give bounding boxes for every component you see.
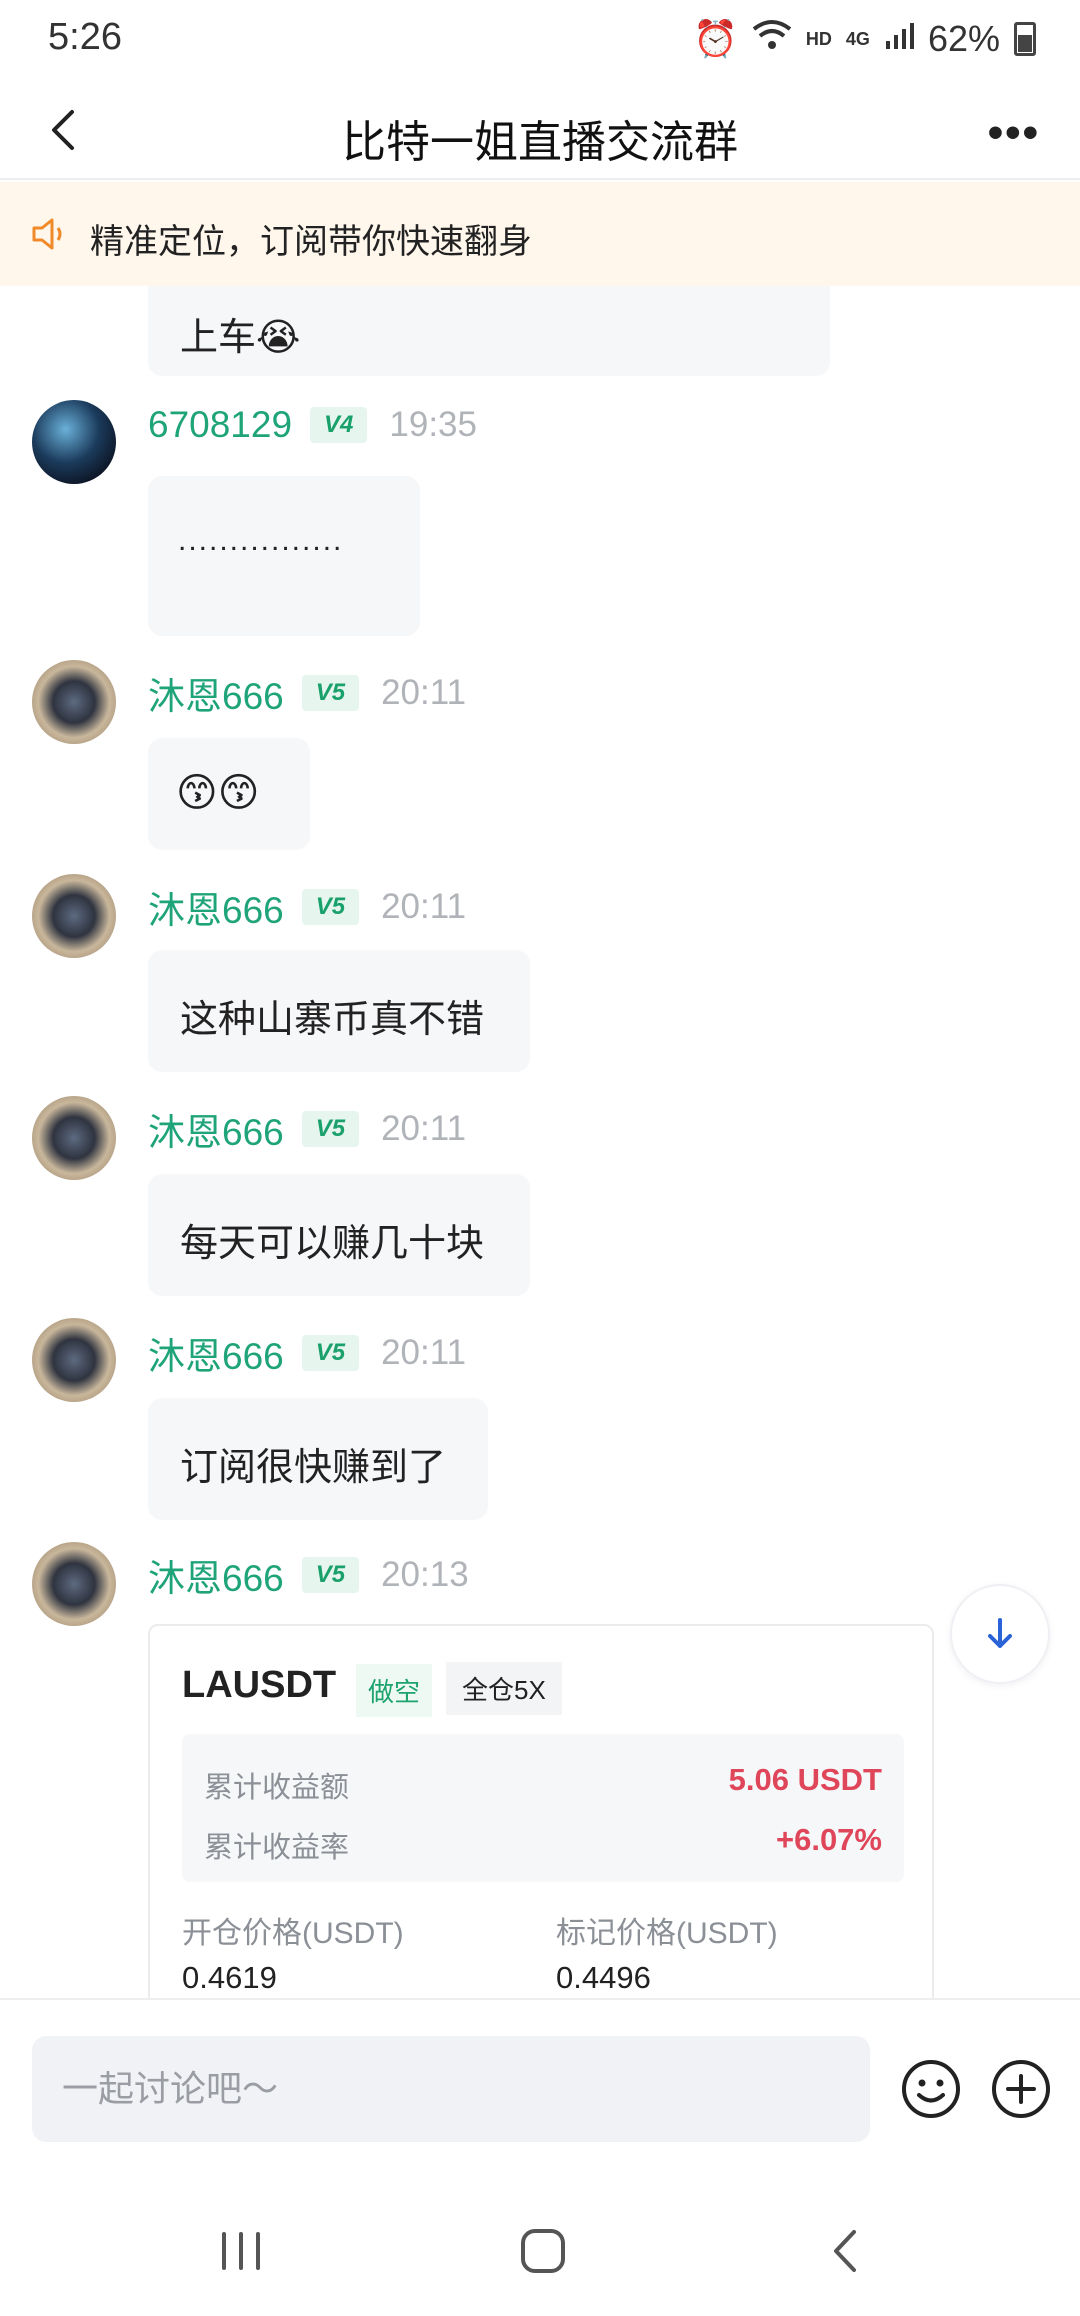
- page-title: 比特一姐直播交流群: [342, 118, 738, 167]
- avatar[interactable]: [32, 874, 116, 958]
- smiley-icon: [902, 2060, 960, 2118]
- avatar[interactable]: [32, 660, 116, 744]
- message-time: 20:13: [381, 1555, 469, 1594]
- input-bar: [0, 1998, 1080, 2178]
- message-time: 20:11: [381, 1109, 467, 1148]
- message-time: 20:11: [381, 673, 467, 712]
- home-button[interactable]: [508, 2216, 578, 2286]
- network-label: 4G: [845, 28, 870, 49]
- sender-name[interactable]: 沐恩666: [148, 1326, 284, 1380]
- sender-name[interactable]: 沐恩666: [148, 880, 284, 934]
- trade-card[interactable]: LAUSDT 做空 全仓5X 累计收益额 5.06 USDT 累计收益率 +6.…: [148, 1624, 934, 1998]
- add-attachment-button[interactable]: [990, 2058, 1052, 2120]
- profit-value: 5.06 USDT: [728, 1762, 882, 1797]
- hd-label: HD: [805, 28, 832, 49]
- status-bar: 5:26 ⏰ HD 4G 62%: [0, 0, 1080, 80]
- avatar[interactable]: [32, 1318, 116, 1402]
- plus-circle-icon: [992, 2060, 1050, 2118]
- battery-percent: 62%: [927, 18, 1000, 59]
- rate-label: 累计收益率: [204, 1832, 350, 1864]
- mark-price-value: 0.4496: [556, 1960, 651, 1995]
- recent-apps-button[interactable]: [206, 2216, 276, 2286]
- sender-name[interactable]: 6708129: [148, 404, 292, 446]
- status-time: 5:26: [48, 16, 122, 58]
- message-header: 沐恩666 V5 20:13: [148, 1548, 469, 1602]
- message-header: 沐恩666 V5 20:11: [148, 1102, 466, 1156]
- recent-apps-icon: [222, 2232, 260, 2270]
- rate-value: +6.07%: [775, 1822, 882, 1857]
- wifi-icon: [752, 18, 792, 60]
- message-header: 沐恩666 V5 20:11: [148, 666, 466, 720]
- profit-summary: 累计收益额 5.06 USDT 累计收益率 +6.07%: [182, 1734, 904, 1882]
- trade-symbol: LAUSDT: [182, 1664, 337, 1706]
- message-bubble[interactable]: 这种山寨币真不错: [148, 950, 530, 1072]
- avatar[interactable]: [32, 1542, 116, 1626]
- level-badge: V4: [310, 407, 368, 443]
- level-badge: V5: [301, 1557, 360, 1593]
- scroll-to-bottom-button[interactable]: [950, 1584, 1050, 1684]
- message-bubble[interactable]: 每天可以赚几十块: [148, 1174, 530, 1296]
- trade-side-badge: 做空: [356, 1664, 433, 1717]
- emoji-button[interactable]: [900, 2058, 962, 2120]
- sender-name[interactable]: 沐恩666: [148, 666, 284, 720]
- more-options-icon[interactable]: •••: [988, 108, 1040, 158]
- system-back-button[interactable]: [812, 2216, 882, 2286]
- sender-name[interactable]: 沐恩666: [148, 1102, 284, 1156]
- level-badge: V5: [301, 1111, 360, 1147]
- status-icons: ⏰ HD 4G 62%: [693, 18, 1036, 60]
- message-header: 沐恩666 V5 20:11: [148, 880, 466, 934]
- sender-name[interactable]: 沐恩666: [148, 1548, 284, 1602]
- message-time: 20:11: [381, 1333, 467, 1372]
- open-price-value: 0.4619: [182, 1960, 277, 1995]
- notice-banner[interactable]: 精准定位，订阅带你快速翻身: [0, 182, 1080, 286]
- home-icon: [521, 2229, 565, 2273]
- chevron-left-icon: [834, 2230, 856, 2272]
- notice-text: 精准定位，订阅带你快速翻身: [90, 223, 532, 261]
- avatar[interactable]: [32, 1096, 116, 1180]
- speaker-icon: [30, 216, 70, 252]
- avatar[interactable]: [32, 400, 116, 484]
- alarm-icon: ⏰: [693, 18, 738, 59]
- level-badge: V5: [301, 1335, 360, 1371]
- message-bubble[interactable]: ................: [148, 476, 420, 636]
- message-bubble[interactable]: 订阅很快赚到了: [148, 1398, 488, 1520]
- level-badge: V5: [301, 675, 360, 711]
- battery-icon: [1014, 22, 1036, 56]
- nav-bar: 比特一姐直播交流群 •••: [0, 80, 1080, 180]
- message-input[interactable]: [32, 2036, 870, 2142]
- message-time: 19:35: [389, 405, 477, 444]
- signal-icon: [884, 18, 914, 60]
- system-nav-bar: [0, 2178, 1080, 2316]
- message-header: 沐恩666 V5 20:11: [148, 1326, 466, 1380]
- level-badge: V5: [301, 889, 360, 925]
- profit-label: 累计收益额: [204, 1772, 350, 1804]
- open-price-label: 开仓价格(USDT): [182, 1917, 404, 1950]
- message-bubble[interactable]: 😙😙: [148, 738, 310, 850]
- mark-price-label: 标记价格(USDT): [556, 1917, 778, 1950]
- trade-mode-badge: 全仓5X: [446, 1662, 562, 1715]
- chat-list[interactable]: 上车😭 6708129 V4 19:35 ................ 沐恩…: [0, 286, 1080, 1998]
- message-time: 20:11: [381, 887, 467, 926]
- arrow-down-icon: [988, 1618, 1012, 1648]
- message-bubble[interactable]: 上车😭: [148, 286, 830, 376]
- message-header: 6708129 V4 19:35: [148, 404, 477, 446]
